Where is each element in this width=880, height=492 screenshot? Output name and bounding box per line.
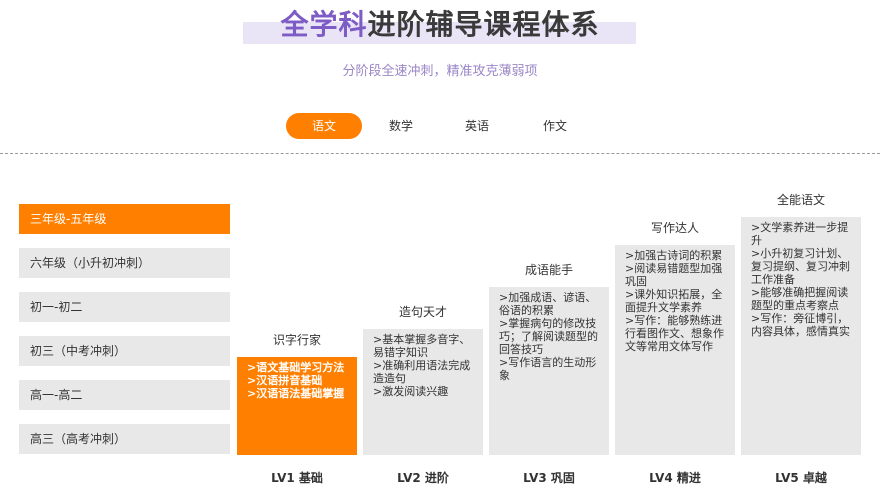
level-4-title: 写作达人 [650, 221, 699, 235]
level-1-point: >汉语拼音基础 [247, 374, 323, 387]
level-5-point: >文学素养进一步提升 [751, 221, 849, 247]
level-2-point: >激发阅读兴趣 [373, 385, 449, 398]
level-4-point: >加强古诗词的积累 [625, 249, 723, 262]
grade-item-junior-3[interactable]: 初三（中考冲刺） [19, 336, 230, 366]
level-3-label: LV3 巩固 [523, 471, 575, 485]
level-5-title: 全能语文 [776, 193, 825, 207]
grade-item-senior-1-2[interactable]: 高一-高二 [19, 380, 230, 410]
grade-item-senior-3[interactable]: 高三（高考冲刺） [19, 424, 230, 454]
level-2-box[interactable]: >基本掌握多音字、易错字知识 >准确利用语法完成造造句 >激发阅读兴趣 [363, 329, 483, 455]
level-3-title: 成语能手 [524, 263, 573, 277]
level-3-point: >掌握病句的修改技巧；了解阅读题型的回答技巧 [499, 317, 598, 356]
level-1-point: >汉语语法基础掌握 [247, 387, 345, 400]
tab-math[interactable]: 数学 [373, 113, 429, 139]
level-3-box[interactable]: >加强成语、谚语、俗语的积累 >掌握病句的修改技巧；了解阅读题型的回答技巧 >写… [489, 287, 609, 455]
section-divider [0, 153, 880, 154]
grade-item-3-5[interactable]: 三年级-五年级 [19, 204, 230, 234]
level-1-point: >语文基础学习方法 [247, 361, 345, 374]
level-4-point: >阅读易错题型加强巩固 [625, 262, 723, 288]
level-5-point: >写作：旁征博引，内容具体，感情真实 [751, 312, 850, 338]
level-2-point: >基本掌握多音字、易错字知识 [373, 333, 471, 359]
level-2-point: >准确利用语法完成造造句 [373, 359, 471, 385]
title-rest: 进阶辅导课程体系 [367, 8, 600, 41]
level-2-label: LV2 进阶 [397, 471, 449, 485]
level-3-point: >写作语言的生动形象 [499, 356, 597, 382]
level-5-point: >能够准确把握阅读题型的重点考察点 [751, 286, 849, 312]
level-1-box[interactable]: >语文基础学习方法 >汉语拼音基础 >汉语语法基础掌握 [237, 357, 357, 455]
level-5-box[interactable]: >文学素养进一步提升 >小升初复习计划、复习提纲、复习冲刺工作准备 >能够准确把… [741, 217, 861, 455]
level-5-label: LV5 卓越 [775, 471, 827, 485]
tab-english[interactable]: 英语 [449, 113, 505, 139]
page-title: 全学科进阶辅导课程体系 [0, 3, 880, 43]
tab-composition[interactable]: 作文 [527, 113, 583, 139]
level-4-point: >写作：能够熟练进行看图作文、想象作文等常用文体写作 [625, 314, 724, 353]
level-4-label: LV4 精进 [649, 471, 701, 485]
level-1-label: LV1 基础 [271, 471, 323, 485]
tab-chinese[interactable]: 语文 [286, 113, 362, 139]
header: 全学科进阶辅导课程体系 [0, 0, 880, 46]
subject-tabs: 语文 数学 英语 作文 [0, 113, 880, 139]
grade-item-6[interactable]: 六年级（小升初冲刺） [19, 248, 230, 278]
level-1-title: 识字行家 [272, 333, 321, 347]
page-subtitle: 分阶段全速冲刺，精准攻克薄弱项 [342, 64, 538, 79]
level-4-point: >课外知识拓展，全面提升文学素养 [625, 288, 723, 314]
level-3-point: >加强成语、谚语、俗语的积累 [499, 291, 597, 317]
level-5-point: >小升初复习计划、复习提纲、复习冲刺工作准备 [751, 247, 850, 286]
grade-item-junior-1-2[interactable]: 初一-初二 [19, 292, 230, 322]
level-4-box[interactable]: >加强古诗词的积累 >阅读易错题型加强巩固 >课外知识拓展，全面提升文学素养 >… [615, 245, 735, 455]
level-2-title: 造句天才 [398, 305, 447, 319]
title-accent: 全学科 [280, 8, 368, 41]
